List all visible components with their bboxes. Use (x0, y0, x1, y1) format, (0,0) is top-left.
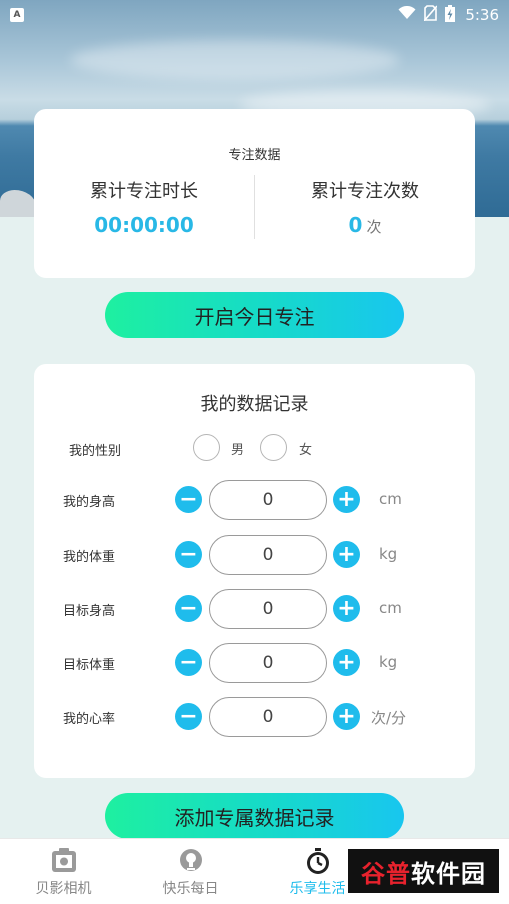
total-time-stat: 累计专注时长 00:00:00 (34, 177, 254, 237)
decrement-button[interactable]: − (175, 595, 202, 622)
target-height-input[interactable]: 0 (209, 589, 327, 629)
increment-button[interactable]: + (333, 595, 360, 622)
stopwatch-icon (304, 847, 332, 875)
app-notification-icon: A (10, 8, 24, 22)
gender-female-label: 女 (299, 443, 313, 458)
field-label: 我的身高 (63, 495, 116, 510)
increment-button[interactable]: + (333, 486, 360, 513)
status-time: 5:36 (465, 6, 499, 24)
height-input[interactable]: 0 (209, 480, 327, 520)
target-height-row: 目标身高 − 0 + cm (34, 589, 475, 629)
heart-rate-row: 我的心率 − 0 + 次/分 (34, 697, 475, 737)
data-records-card: 我的数据记录 我的性别 男 女 我的身高 − 0 + cm 我的体重 − 0 +… (34, 364, 475, 778)
field-unit: cm (379, 490, 402, 508)
target-weight-input[interactable]: 0 (209, 643, 327, 683)
camera-icon (50, 847, 78, 875)
total-count-value-row: 0次 (255, 213, 475, 237)
gender-label: 我的性别 (69, 444, 122, 459)
cloud-shape (70, 40, 400, 80)
start-focus-button[interactable]: 开启今日专注 (105, 292, 404, 338)
wifi-icon (398, 5, 416, 24)
field-unit: kg (379, 653, 398, 671)
total-count-label: 累计专注次数 (311, 181, 419, 202)
tab-label: 贝影相机 (35, 881, 92, 897)
increment-button[interactable]: + (333, 649, 360, 676)
weight-input[interactable]: 0 (209, 535, 327, 575)
watermark-logo: 谷普 软件园 (348, 849, 499, 893)
focus-card-title: 专注数据 (228, 148, 281, 163)
decrement-button[interactable]: − (175, 649, 202, 676)
gender-row: 我的性别 男 女 (34, 434, 475, 464)
field-unit: kg (379, 545, 398, 563)
field-label: 目标身高 (63, 604, 116, 619)
watermark-text: 软件园 (411, 859, 486, 888)
field-label: 我的体重 (63, 550, 116, 565)
weight-row: 我的体重 − 0 + kg (34, 535, 475, 575)
field-label: 我的心率 (63, 712, 116, 727)
battery-charging-icon (445, 4, 456, 26)
watermark-text-accent: 谷普 (361, 859, 411, 888)
gender-female-radio[interactable] (260, 434, 287, 461)
decrement-button[interactable]: − (175, 703, 202, 730)
status-bar: A 5:36 (0, 0, 509, 30)
tab-camera[interactable]: 贝影相机 (0, 847, 127, 898)
field-unit: 次/分 (371, 709, 407, 727)
total-count-value: 0 (348, 213, 363, 237)
total-time-value: 00:00:00 (94, 213, 194, 237)
gender-male-radio[interactable] (193, 434, 220, 461)
field-label: 目标体重 (63, 658, 116, 673)
tab-daily[interactable]: 快乐每日 (127, 847, 254, 898)
gender-male-label: 男 (231, 443, 245, 458)
records-title: 我的数据记录 (200, 394, 309, 415)
focus-stats-card: 专注数据 累计专注时长 00:00:00 累计专注次数 0次 (34, 109, 475, 278)
decrement-button[interactable]: − (175, 541, 202, 568)
tab-label: 快乐每日 (162, 881, 219, 897)
heart-rate-input[interactable]: 0 (209, 697, 327, 737)
increment-button[interactable]: + (333, 541, 360, 568)
rock-shape (0, 190, 36, 217)
total-time-label: 累计专注时长 (90, 181, 198, 202)
decrement-button[interactable]: − (175, 486, 202, 513)
height-row: 我的身高 − 0 + cm (34, 480, 475, 520)
no-sim-icon (423, 5, 438, 25)
lightbulb-icon (177, 847, 205, 875)
total-count-unit: 次 (366, 218, 382, 236)
total-count-stat: 累计专注次数 0次 (255, 177, 475, 237)
increment-button[interactable]: + (333, 703, 360, 730)
add-record-button[interactable]: 添加专属数据记录 (105, 793, 404, 839)
target-weight-row: 目标体重 − 0 + kg (34, 643, 475, 683)
field-unit: cm (379, 599, 402, 617)
